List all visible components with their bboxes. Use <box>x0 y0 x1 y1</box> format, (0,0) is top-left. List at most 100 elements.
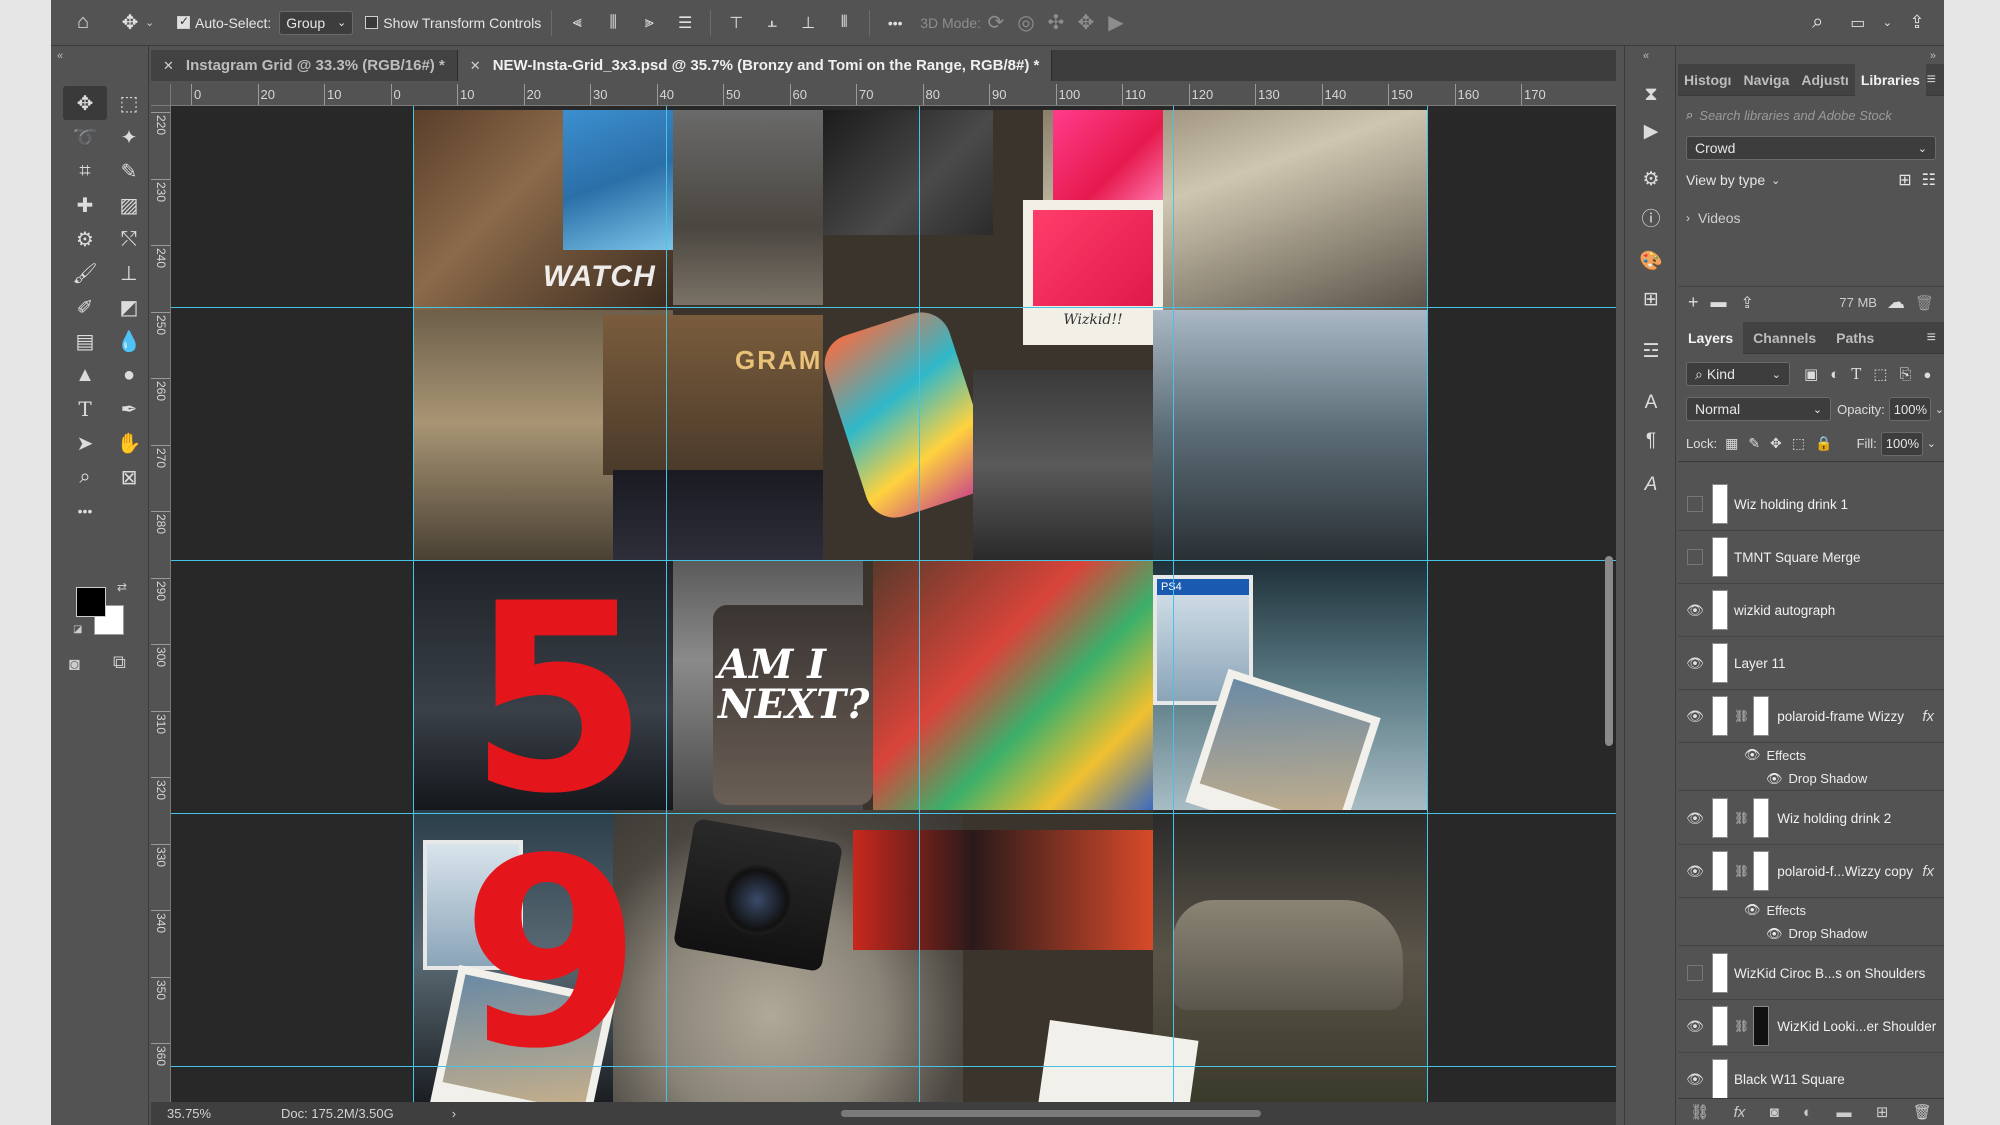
panel-menu-icon[interactable]: ≡ <box>1927 329 1936 347</box>
swap-colors-icon[interactable]: ⇄ <box>117 580 127 594</box>
guide-vertical[interactable] <box>1173 106 1174 1102</box>
eye-icon[interactable]: 👁 <box>1678 810 1712 827</box>
cloud-icon[interactable]: ☁ <box>1887 292 1905 313</box>
eye-icon[interactable]: 👁 <box>1678 708 1712 725</box>
zoom-level[interactable]: 35.75% <box>167 1106 267 1121</box>
eye-icon[interactable]: 👁 <box>1744 902 1761 918</box>
type-tool-icon[interactable]: T <box>63 392 107 426</box>
actions-panel-icon[interactable]: ▶ <box>1636 116 1666 146</box>
layer-row[interactable]: Wiz holding drink 1 <box>1678 478 1944 531</box>
brush-tool-icon[interactable]: 🖌 <box>63 256 107 290</box>
glyphs-panel-icon[interactable]: A <box>1636 470 1666 500</box>
3d-pan-icon[interactable]: ✣ <box>1041 8 1071 38</box>
filter-kind-dropdown[interactable]: ⌕ Kind ⌄ <box>1686 362 1790 386</box>
guide-vertical[interactable] <box>919 106 920 1102</box>
lock-position-icon[interactable]: ✥ <box>1770 435 1782 452</box>
layer-row[interactable]: 👁 ⛓ polaroid-f...Wizzy copy fx <box>1678 845 1944 898</box>
tab-histogram[interactable]: Histogı <box>1678 64 1737 96</box>
distribute-h-icon[interactable]: ☰ <box>670 8 700 38</box>
pen-tool-icon[interactable]: ✒ <box>107 392 151 426</box>
lock-transparent-icon[interactable]: ▦ <box>1725 435 1738 452</box>
eye-icon[interactable]: 👁 <box>1678 1018 1712 1035</box>
fx-icon[interactable]: fx <box>1922 708 1934 725</box>
chevron-down-icon[interactable]: ⌄ <box>1927 437 1936 450</box>
content-aware-icon[interactable]: ⚙ <box>63 222 107 256</box>
new-layer-icon[interactable]: ⊞ <box>1876 1103 1889 1121</box>
align-right-icon[interactable]: ⫸ <box>634 8 664 38</box>
workspace-icon[interactable]: ▭ <box>1843 8 1873 38</box>
eye-icon[interactable]: 👁 <box>1766 771 1783 787</box>
shape-filter-icon[interactable]: ⬚ <box>1873 365 1887 383</box>
tab-instagram-grid[interactable]: ✕ Instagram Grid @ 33.3% (RGB/16#) * <box>151 50 458 81</box>
collapse-icon[interactable]: « <box>57 50 63 62</box>
3d-orbit-icon[interactable]: ⟳ <box>981 8 1011 38</box>
screen-mode-icon[interactable]: ⧉ <box>113 652 126 673</box>
videos-folder[interactable]: › Videos <box>1686 202 1936 234</box>
tab-new-insta-grid[interactable]: ✕ NEW-Insta-Grid_3x3.psd @ 35.7% (Bronzy… <box>457 50 1053 81</box>
folder-icon[interactable]: ▬ <box>1711 294 1727 312</box>
layer-row[interactable]: WizKid Ciroc B...s on Shoulders <box>1678 947 1944 1000</box>
tab-adjustments[interactable]: Adjustı <box>1795 64 1854 96</box>
quick-mask-icon[interactable]: ◙ <box>69 654 80 675</box>
lock-all-icon[interactable]: 🔒 <box>1815 435 1832 452</box>
layer-row[interactable]: 👁 Layer 11 <box>1678 637 1944 690</box>
share-icon[interactable]: ⇪ <box>1902 8 1932 38</box>
lasso-tool-icon[interactable]: ➰ <box>63 120 107 154</box>
eye-icon[interactable]: 👁 <box>1678 602 1712 619</box>
move-tool-icon[interactable]: ✥ <box>115 8 145 38</box>
fill-input[interactable]: 100% <box>1880 431 1923 456</box>
align-bottom-icon[interactable]: ⊥ <box>793 8 823 38</box>
smart-object-filter-icon[interactable]: ⎘ <box>1899 366 1911 383</box>
transform-icon[interactable]: ⤲ <box>107 222 151 256</box>
hand-tool-icon[interactable]: ✋ <box>107 426 151 460</box>
type-filter-icon[interactable]: T <box>1851 365 1861 383</box>
stamp-tool-icon[interactable]: ⊥ <box>107 256 151 290</box>
eye-icon[interactable]: 👁 <box>1744 747 1761 763</box>
align-left-icon[interactable]: ⫷ <box>562 8 592 38</box>
tab-paths[interactable]: Paths <box>1826 322 1884 354</box>
history-brush-icon[interactable]: ✐ <box>63 290 107 324</box>
character-panel-icon[interactable]: A <box>1636 388 1666 418</box>
default-colors-icon[interactable]: ◪ <box>73 624 82 635</box>
sharpen-tool-icon[interactable]: ▲ <box>63 358 107 392</box>
link-layers-icon[interactable]: ⛓ <box>1690 1103 1709 1121</box>
drop-shadow-row[interactable]: 👁 Drop Shadow <box>1678 922 1944 946</box>
visibility-toggle[interactable] <box>1678 965 1712 981</box>
guide-horizontal[interactable] <box>171 560 1616 561</box>
lock-image-icon[interactable]: ✎ <box>1748 435 1760 452</box>
guide-horizontal[interactable] <box>171 1066 1616 1067</box>
guide-vertical[interactable] <box>1427 106 1428 1102</box>
crop-tool-icon[interactable]: ⌗ <box>63 154 107 188</box>
opacity-input[interactable]: 100% <box>1888 397 1931 421</box>
visibility-toggle[interactable] <box>1678 549 1712 565</box>
gradient-tool-icon[interactable]: ▤ <box>63 324 107 358</box>
link-icon[interactable]: ⛓ <box>1734 709 1749 723</box>
visibility-toggle[interactable] <box>1678 496 1712 512</box>
history-panel-icon[interactable]: ⧗ <box>1636 80 1666 110</box>
patch-tool-icon[interactable]: ▨ <box>107 188 151 222</box>
align-center-h-icon[interactable]: ⫼ <box>598 8 628 38</box>
distribute-v-icon[interactable]: ⫴ <box>829 8 859 38</box>
swatches-panel-icon[interactable]: 🎨 <box>1636 246 1666 276</box>
tab-channels[interactable]: Channels <box>1743 322 1826 354</box>
guide-vertical[interactable] <box>413 106 414 1102</box>
vertical-scrollbar[interactable] <box>1605 556 1613 746</box>
home-icon[interactable]: ⌂ <box>68 8 98 38</box>
dodge-tool-icon[interactable]: ● <box>107 358 151 392</box>
search-icon[interactable]: ⌕ <box>1803 8 1833 38</box>
auto-select-dropdown[interactable]: Group ⌄ <box>279 10 354 35</box>
close-icon[interactable]: ✕ <box>470 58 481 74</box>
document-canvas[interactable]: Wizkid!! WATCH GRAM AM I NEXT? PS4 5 9 <box>413 110 1427 1102</box>
panel-menu-icon[interactable]: ≡ <box>1927 71 1936 89</box>
vertical-ruler[interactable]: 220 230 240 250 260 270 280 290 300 310 320 330 340 3… <box>151 106 171 1102</box>
library-dropdown[interactable]: Crowd ⌄ <box>1686 136 1936 160</box>
adjustment-layer-icon[interactable]: ◐ <box>1803 1104 1812 1121</box>
link-icon[interactable]: ⛓ <box>1734 864 1749 878</box>
more-options-icon[interactable]: ••• <box>880 8 910 38</box>
info-panel-icon[interactable]: ⓘ <box>1636 202 1666 232</box>
chevron-down-icon[interactable]: ⌄ <box>1883 16 1892 29</box>
edit-toolbar-icon[interactable]: ••• <box>63 494 107 528</box>
tab-navigator[interactable]: Naviga <box>1737 64 1795 96</box>
adjustment-filter-icon[interactable]: ◐ <box>1830 366 1839 383</box>
eye-icon[interactable]: 👁 <box>1678 863 1712 880</box>
